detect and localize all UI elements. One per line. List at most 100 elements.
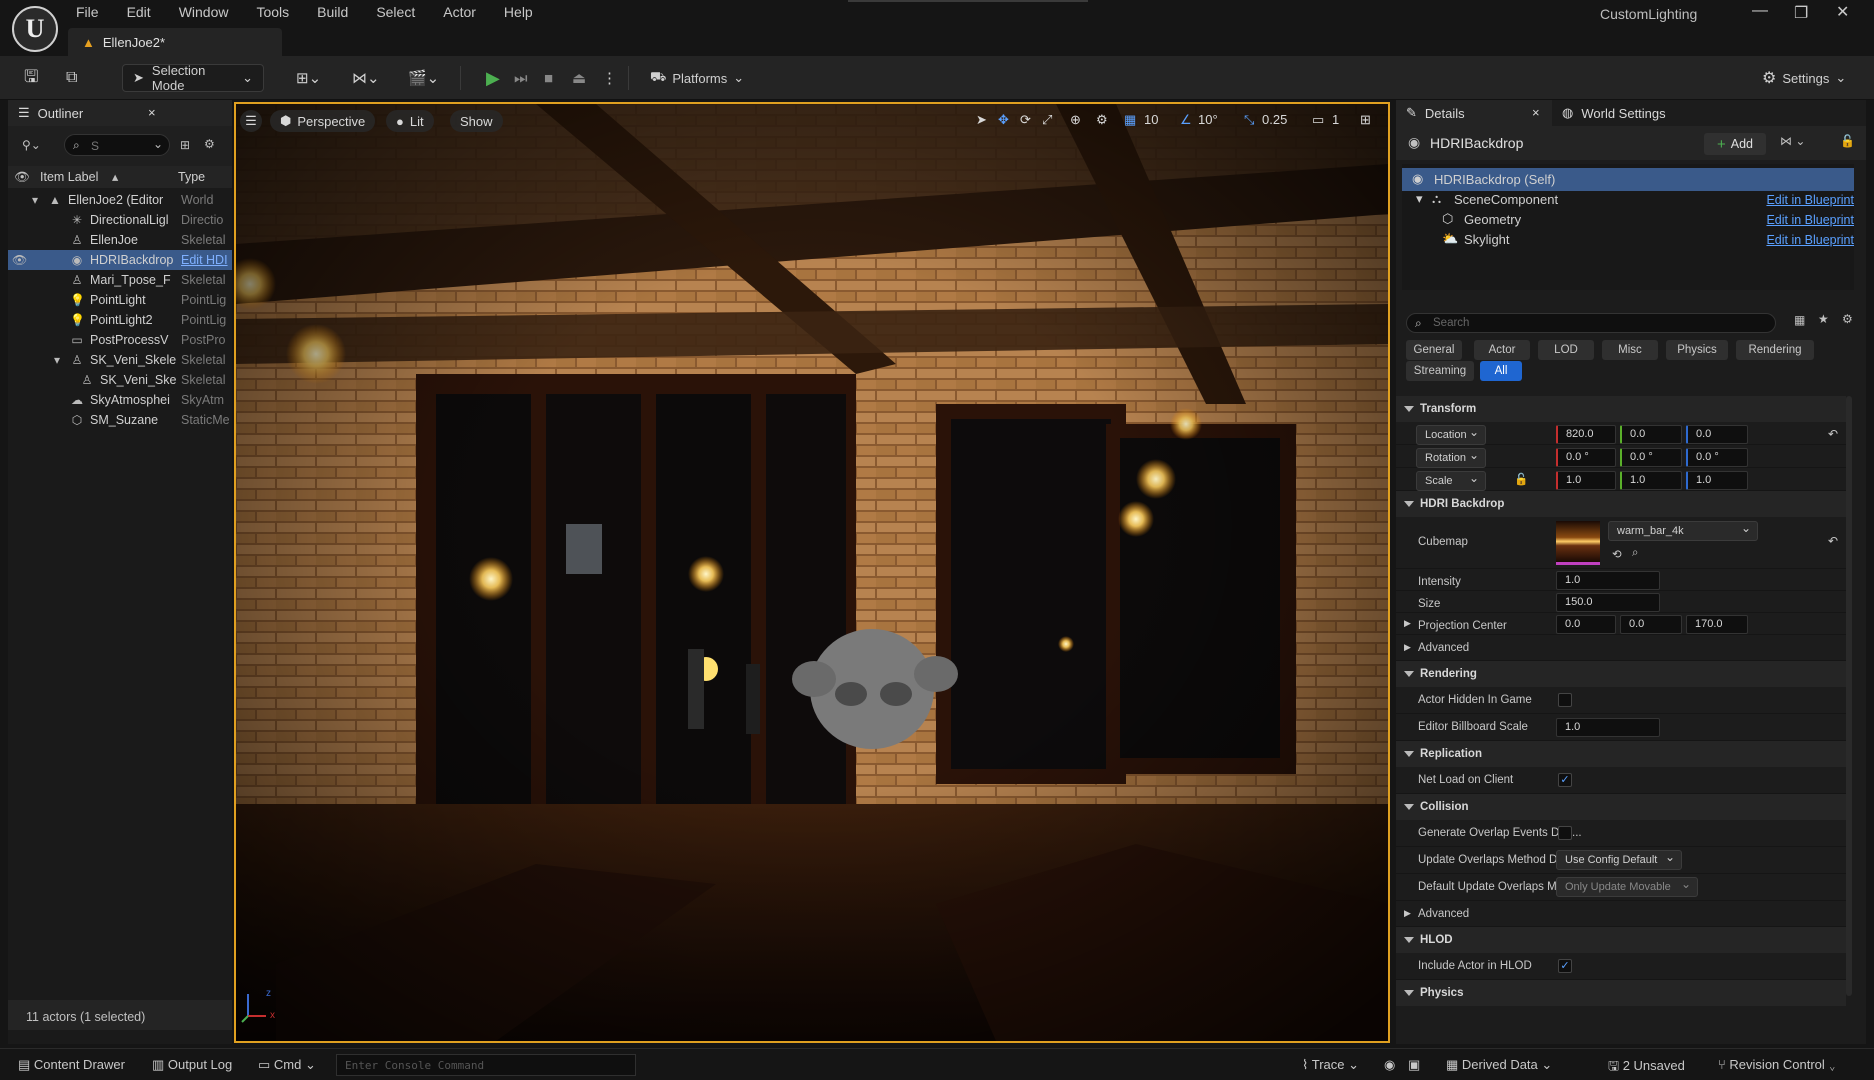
include-hlod-checkbox[interactable]: ✓ — [1558, 959, 1572, 973]
camera-speed-value[interactable]: 1 — [1332, 112, 1339, 127]
minimize-icon[interactable]: — — [1752, 2, 1768, 20]
trace-dropdown[interactable]: ⌇ Trace ⌄ — [1302, 1057, 1359, 1073]
category-streaming-button[interactable]: Streaming — [1406, 361, 1474, 381]
edit-in-blueprint-link[interactable]: Edit in Blueprint — [1766, 193, 1854, 207]
rotation-x-field[interactable]: 0.0 ° — [1556, 448, 1616, 467]
scale-snap-icon[interactable]: ⤡ — [1244, 112, 1254, 128]
scale-tool-icon[interactable]: ⤢ — [1042, 112, 1052, 128]
net-load-checkbox[interactable]: ✓ — [1558, 773, 1572, 787]
menu-tools[interactable]: Tools — [242, 0, 303, 24]
unreal-logo-icon[interactable]: U — [12, 6, 58, 52]
rotation-y-field[interactable]: 0.0 ° — [1620, 448, 1682, 467]
outliner-tab[interactable]: ☰ Outliner × — [8, 100, 232, 126]
visibility-icon[interactable]: 👁 — [14, 170, 30, 185]
translate-tool-icon[interactable]: ✥ — [998, 112, 1009, 128]
category-rendering-button[interactable]: Rendering — [1736, 340, 1814, 360]
close-tab-icon[interactable]: × — [148, 105, 156, 120]
category-actor-button[interactable]: Actor — [1474, 340, 1530, 360]
world-space-icon[interactable]: ⊕ — [1070, 112, 1081, 128]
reset-arrow-icon[interactable]: ↶ — [1828, 427, 1838, 441]
grid-snap-icon[interactable]: ▦ — [1124, 112, 1136, 128]
eject-icon[interactable]: ⏏ — [572, 64, 586, 92]
lock-icon[interactable]: 🔓 — [1840, 134, 1855, 148]
component-row[interactable]: ⛅ Skylight Edit in Blueprint — [1402, 228, 1854, 251]
intensity-field[interactable]: 1.0 — [1556, 571, 1660, 590]
more-options-icon[interactable]: ⋮ — [602, 64, 617, 92]
blueprint-icon[interactable]: ⋈⌄ — [352, 64, 380, 92]
viewport-menu-icon[interactable]: ☰ — [240, 110, 262, 132]
scale-x-field[interactable]: 1.0 — [1556, 471, 1616, 490]
save-icon[interactable]: 🖫 — [24, 64, 38, 92]
unsaved-button[interactable]: 🖫 2 Unsaved — [1608, 1057, 1685, 1079]
actor-hidden-checkbox[interactable] — [1558, 693, 1572, 707]
camera-speed-icon[interactable]: ▭ — [1312, 112, 1324, 128]
category-all-button[interactable]: All — [1480, 361, 1522, 381]
rotation-z-field[interactable]: 0.0 ° — [1686, 448, 1748, 467]
edit-in-blueprint-link[interactable]: Edit in Blueprint — [1766, 233, 1854, 247]
visibility-icon[interactable]: 👁 — [12, 253, 27, 267]
stop-icon[interactable]: ■ — [544, 64, 553, 92]
projection-z-field[interactable]: 170.0 — [1686, 615, 1748, 634]
outliner-row[interactable]: ♙ EllenJoe Skeletal — [8, 230, 232, 250]
menu-file[interactable]: File — [62, 0, 113, 24]
outliner-row[interactable]: ♙ Mari_Tpose_F Skeletal — [8, 270, 232, 290]
menu-window[interactable]: Window — [165, 0, 243, 24]
lock-icon[interactable]: 🔓 — [1514, 472, 1528, 486]
selection-mode-dropdown[interactable]: ➤ Selection Mode ⌄ — [122, 63, 264, 93]
outliner-row[interactable]: ⬡ SM_Suzane StaticMe — [8, 410, 232, 430]
add-component-button[interactable]: + Add — [1704, 133, 1766, 155]
projection-x-field[interactable]: 0.0 — [1556, 615, 1616, 634]
grid-snap-value[interactable]: 10 — [1144, 112, 1158, 127]
size-field[interactable]: 150.0 — [1556, 593, 1660, 612]
expand-arrow-icon[interactable]: ▶ — [1404, 618, 1411, 629]
details-scrollbar[interactable] — [1846, 396, 1852, 996]
close-icon[interactable]: ✕ — [1836, 2, 1849, 22]
category-misc-button[interactable]: Misc — [1602, 340, 1658, 360]
location-y-field[interactable]: 0.0 — [1620, 425, 1682, 444]
scale-z-field[interactable]: 1.0 — [1686, 471, 1748, 490]
gear-icon[interactable]: ⚙ — [204, 137, 215, 151]
outliner-row[interactable]: 👁 ◉ HDRIBackdrop Edit HDI — [8, 250, 232, 270]
derived-data-dropdown[interactable]: ▦ Derived Data ⌄ — [1446, 1057, 1552, 1073]
section-hlod[interactable]: HLOD — [1396, 927, 1846, 953]
show-button[interactable]: Show — [450, 110, 503, 132]
col-type[interactable]: Type — [178, 170, 205, 184]
update-overlaps-dropdown[interactable]: Use Config Default — [1556, 848, 1682, 870]
table-view-icon[interactable]: ▦ — [1794, 313, 1805, 327]
document-tab[interactable]: ▲ EllenJoe2* — [68, 28, 282, 56]
content-browser-icon[interactable]: ⧉ — [66, 64, 77, 92]
expand-arrow-icon[interactable]: ▾ — [50, 353, 64, 367]
section-hdri-backdrop[interactable]: HDRI Backdrop — [1396, 491, 1846, 517]
category-lod-button[interactable]: LOD — [1538, 340, 1594, 360]
maximize-icon[interactable]: ❐ — [1794, 3, 1808, 23]
lit-button[interactable]: ● Lit — [386, 110, 434, 132]
rotation-snap-icon[interactable]: ∠ — [1180, 112, 1192, 128]
outliner-row[interactable]: ▾ ♙ SK_Veni_Skele Skeletal — [8, 350, 232, 370]
outliner-row[interactable]: 💡 PointLight2 PointLig — [8, 310, 232, 330]
filter-icon[interactable]: ⚲⌄ — [22, 138, 41, 152]
section-collision[interactable]: Collision — [1396, 794, 1846, 820]
menu-edit[interactable]: Edit — [113, 0, 165, 24]
play-icon[interactable]: ▶ — [486, 64, 500, 92]
menu-help[interactable]: Help — [490, 0, 547, 24]
expand-arrow-icon[interactable]: ▶ — [1404, 908, 1411, 919]
category-physics-button[interactable]: Physics — [1666, 340, 1728, 360]
surface-snap-icon[interactable]: ⚙ — [1096, 112, 1108, 128]
expand-arrow-icon[interactable]: ▾ — [1416, 191, 1423, 207]
menu-actor[interactable]: Actor — [429, 0, 490, 24]
cmd-dropdown[interactable]: ▭ Cmd ⌄ — [258, 1057, 316, 1073]
tab-world-settings[interactable]: ◍ World Settings — [1562, 100, 1666, 126]
viewport-layout-icon[interactable]: ⊞ — [1360, 112, 1371, 128]
blueprint-options-icon[interactable]: ⋈ ⌄ — [1780, 134, 1805, 148]
projection-y-field[interactable]: 0.0 — [1620, 615, 1682, 634]
rotate-tool-icon[interactable]: ⟳ — [1020, 112, 1031, 128]
section-rendering[interactable]: Rendering — [1396, 661, 1846, 687]
outliner-row[interactable]: ▭ PostProcessV PostPro — [8, 330, 232, 350]
content-drawer-button[interactable]: ▤ Content Drawer — [18, 1057, 125, 1073]
scale-snap-value[interactable]: 0.25 — [1262, 112, 1287, 127]
section-physics[interactable]: Physics — [1396, 980, 1846, 1006]
overlap-events-checkbox[interactable] — [1558, 826, 1572, 840]
cinematics-icon[interactable]: 🎬⌄ — [408, 64, 439, 92]
cubemap-thumbnail[interactable] — [1556, 521, 1600, 565]
add-folder-icon[interactable]: ⊞ — [180, 138, 190, 152]
